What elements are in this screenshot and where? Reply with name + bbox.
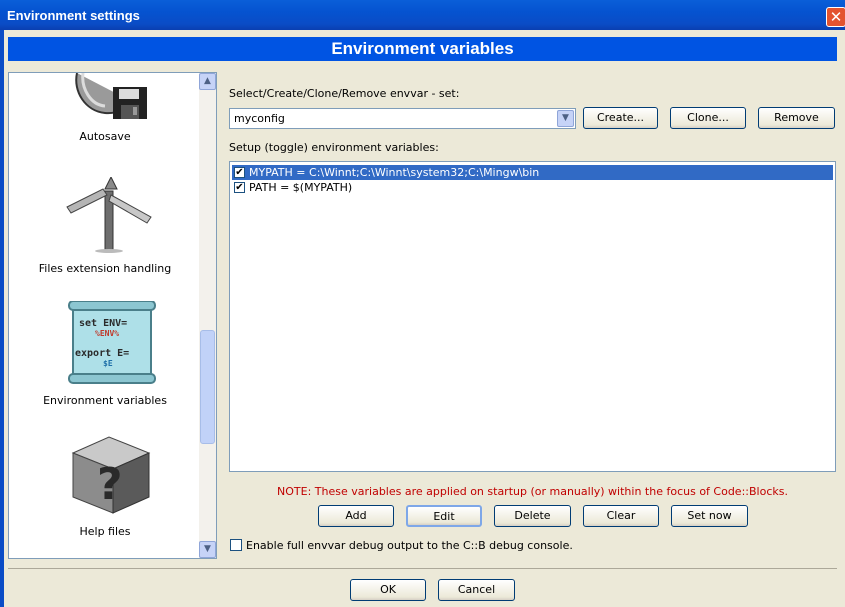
- question-mark-glyph: ?: [97, 459, 123, 510]
- envset-combo-value: myconfig: [234, 112, 285, 125]
- vars-label: Setup (toggle) environment variables:: [229, 141, 439, 154]
- var-text: MYPATH = C:\Winnt;C:\Winnt\system32;C:\M…: [249, 166, 540, 179]
- sidebar-scrollbar[interactable]: ▲ ▼: [199, 73, 216, 558]
- envvars-scroll-line: $E: [103, 359, 113, 368]
- sidebar-item-env-vars[interactable]: Environment variables: [9, 394, 201, 407]
- cancel-button[interactable]: Cancel: [438, 579, 515, 601]
- window-title: Environment settings: [7, 8, 140, 23]
- file-extension-icon[interactable]: [61, 177, 157, 253]
- divider: [8, 568, 837, 569]
- page-title: Environment variables: [8, 37, 837, 61]
- envset-label: Select/Create/Clone/Remove envvar - set:: [229, 87, 460, 100]
- envvars-scroll-line: export E=: [75, 348, 129, 359]
- window-frame: [0, 30, 4, 607]
- list-item[interactable]: ✔ MYPATH = C:\Winnt;C:\Winnt\system32;C:…: [232, 165, 833, 180]
- vars-list[interactable]: ✔ MYPATH = C:\Winnt;C:\Winnt\system32;C:…: [229, 161, 836, 472]
- remove-button[interactable]: Remove: [758, 107, 835, 129]
- checkbox[interactable]: ✔: [234, 182, 245, 193]
- scroll-down-icon[interactable]: ▼: [199, 541, 216, 558]
- set-now-button[interactable]: Set now: [671, 505, 748, 527]
- debug-checkbox[interactable]: [230, 539, 242, 551]
- debug-label[interactable]: Enable full envvar debug output to the C…: [246, 539, 573, 552]
- add-button[interactable]: Add: [318, 505, 394, 527]
- clone-button[interactable]: Clone...: [670, 107, 746, 129]
- envvars-scroll-line: set ENV=: [79, 318, 127, 329]
- edit-button[interactable]: Edit: [406, 505, 482, 527]
- scroll-up-icon[interactable]: ▲: [199, 73, 216, 90]
- var-text: PATH = $(MYPATH): [249, 181, 353, 194]
- scrollbar-thumb[interactable]: [200, 330, 215, 444]
- create-button[interactable]: Create...: [583, 107, 658, 129]
- chevron-down-icon[interactable]: ▼: [557, 110, 574, 127]
- list-item[interactable]: ✔ PATH = $(MYPATH): [232, 180, 833, 195]
- sidebar-item-autosave[interactable]: Autosave: [9, 130, 201, 143]
- delete-button[interactable]: Delete: [494, 505, 571, 527]
- autosave-icon[interactable]: [71, 73, 151, 121]
- envset-combo[interactable]: myconfig ▼: [229, 108, 576, 129]
- help-files-icon[interactable]: ?: [69, 433, 153, 517]
- envvars-scroll-line: %ENV%: [95, 329, 119, 338]
- close-icon[interactable]: ✕: [826, 7, 845, 27]
- checkbox[interactable]: ✔: [234, 167, 245, 178]
- sidebar[interactable]: Autosave Files extension handling set EN…: [8, 72, 217, 559]
- sidebar-item-help-files[interactable]: Help files: [9, 525, 201, 538]
- note-text: NOTE: These variables are applied on sta…: [277, 485, 788, 498]
- envvars-scroll-icon[interactable]: set ENV= %ENV% export E= $E: [65, 301, 157, 385]
- clear-button[interactable]: Clear: [583, 505, 659, 527]
- title-bar: Environment settings ✕: [0, 0, 845, 30]
- sidebar-item-file-extensions[interactable]: Files extension handling: [9, 262, 201, 275]
- ok-button[interactable]: OK: [350, 579, 426, 601]
